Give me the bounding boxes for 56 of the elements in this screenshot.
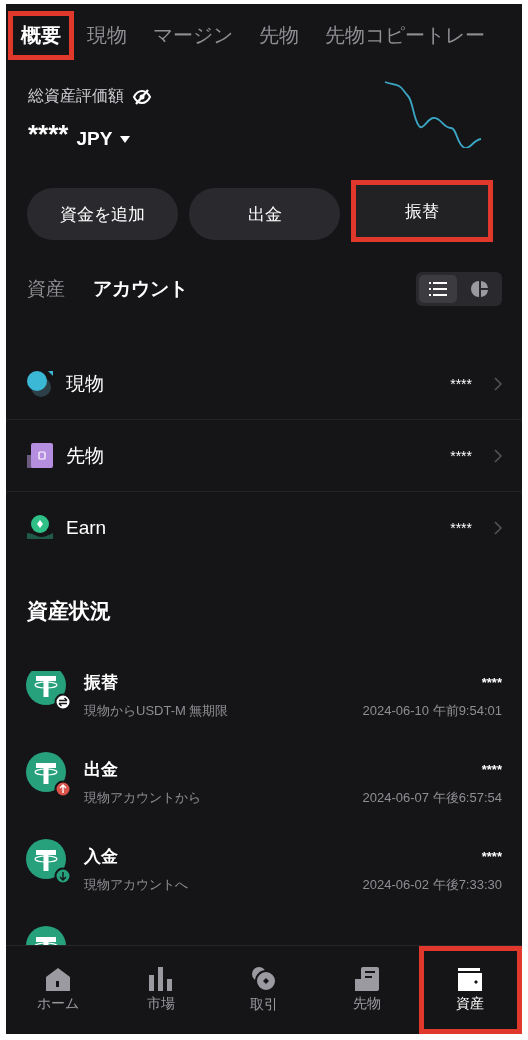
coins-icon	[26, 369, 54, 398]
pie-chart-icon	[471, 280, 489, 298]
account-balance: ****	[450, 375, 472, 392]
document-icon	[26, 441, 54, 470]
total-amount: ****	[28, 119, 69, 150]
tab[interactable]: 先物コピートレー	[312, 10, 498, 60]
tab[interactable]: 先物	[246, 10, 312, 60]
coins-icon	[251, 966, 277, 992]
record-amount: ****	[481, 762, 502, 777]
chevron-right-icon[interactable]	[494, 448, 502, 463]
nav-tab[interactable]: ホーム	[6, 946, 110, 1034]
view-option[interactable]	[419, 275, 457, 303]
tab[interactable]: マージン	[140, 10, 246, 60]
tether-coin-icon	[26, 839, 72, 885]
record-amount: ****	[481, 849, 502, 864]
record-detail: 現物からUSDT-M 無期限	[84, 702, 229, 720]
account-balance: ****	[450, 519, 472, 536]
record-title[interactable]: 入金	[84, 845, 118, 868]
tether-coin-icon	[26, 671, 72, 711]
record-detail: 現物アカウントから	[84, 789, 201, 807]
nav-tab[interactable]: 先物	[315, 946, 419, 1034]
nav-tab[interactable]: 取引	[212, 946, 316, 1034]
section-heading: 資産状況	[26, 598, 112, 624]
wallet-icon	[457, 967, 484, 991]
record-title[interactable]: 振替	[84, 671, 118, 694]
record-amount: ****	[481, 675, 502, 690]
nav-tab[interactable]: 市場	[109, 946, 213, 1034]
action-button[interactable]: 出金	[189, 188, 340, 240]
currency-selector[interactable]: JPY	[76, 128, 131, 150]
action-button[interactable]: 振替	[351, 180, 493, 242]
account-name[interactable]: 先物	[66, 442, 439, 469]
record-time: 2024-06-10 午前9:54:01	[362, 702, 502, 720]
chevron-right-icon[interactable]	[494, 376, 502, 391]
document-icon	[355, 967, 380, 991]
tab[interactable]: 現物	[74, 10, 140, 60]
coin-hand-icon	[26, 513, 54, 542]
account-name[interactable]: Earn	[66, 516, 439, 539]
bar-chart-icon	[147, 967, 174, 991]
total-assets-label: 総資産評価額	[28, 86, 124, 106]
caret-down-icon[interactable]	[120, 135, 131, 143]
section-tab[interactable]: 資産	[27, 276, 65, 302]
chevron-right-icon[interactable]	[494, 520, 502, 535]
tab[interactable]: 概要	[8, 10, 74, 60]
record-time: 2024-06-07 午後6:57:54	[362, 789, 502, 807]
action-button[interactable]: 資金を追加	[27, 188, 178, 240]
record-title[interactable]: 出金	[84, 758, 118, 781]
nav-tab[interactable]: 資産	[418, 946, 522, 1034]
tether-coin-icon	[26, 752, 72, 798]
record-time: 2024-06-02 午後7:33:30	[362, 876, 502, 894]
account-name[interactable]: 現物	[66, 370, 439, 397]
list-icon	[429, 282, 447, 296]
section-tab[interactable]: アカウント	[93, 276, 188, 302]
record-detail: 現物アカウントへ	[84, 876, 188, 894]
home-icon	[44, 967, 71, 991]
hide-icon[interactable]	[132, 87, 152, 106]
account-balance: ****	[450, 447, 472, 464]
